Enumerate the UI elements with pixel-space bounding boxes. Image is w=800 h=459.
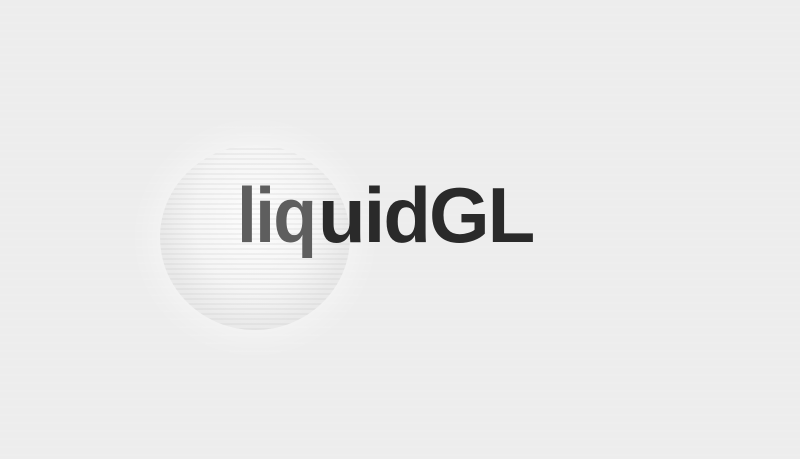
- liquidgl-logo: liq uidGL: [237, 171, 535, 266]
- canvas[interactable]: liq uidGL: [0, 0, 800, 459]
- logo-plain-text: uidGL: [318, 171, 535, 259]
- logo-refracted-text: liq: [237, 171, 317, 259]
